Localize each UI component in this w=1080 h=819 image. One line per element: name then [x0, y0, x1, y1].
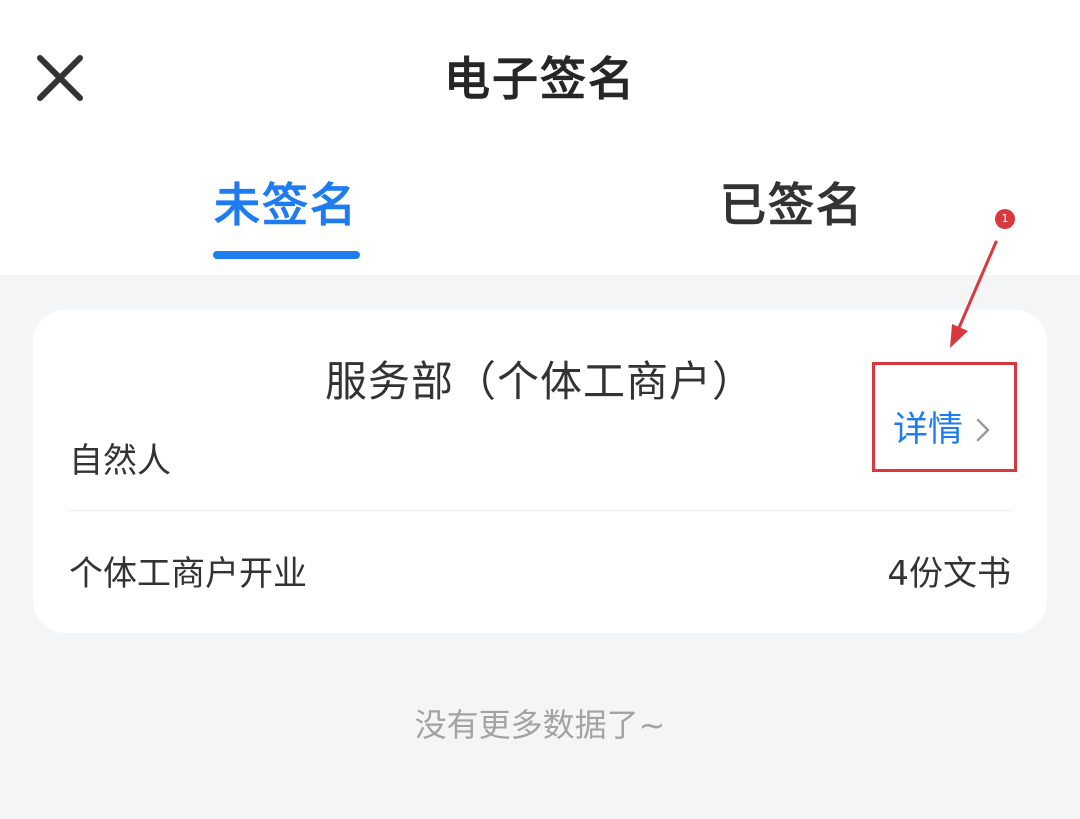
header-area: 电子签名 未签名 已签名 — [0, 0, 1080, 275]
signer-type: 自然人 — [69, 441, 171, 481]
active-tab-indicator — [213, 251, 360, 259]
card-divider — [69, 510, 1011, 511]
annotation-arrow-icon — [950, 240, 998, 348]
annotation-step-badge: 1 — [995, 209, 1015, 229]
annotation-highlight-box — [872, 362, 1017, 472]
business-type: 个体工商户开业 — [69, 554, 307, 594]
no-more-data-text: 没有更多数据了~ — [414, 706, 666, 744]
document-count: 4份文书 — [887, 554, 1011, 594]
tab-unsigned[interactable]: 未签名 — [136, 170, 436, 240]
page-title: 电子签名 — [444, 52, 636, 106]
tab-signed[interactable]: 已签名 — [642, 170, 942, 240]
